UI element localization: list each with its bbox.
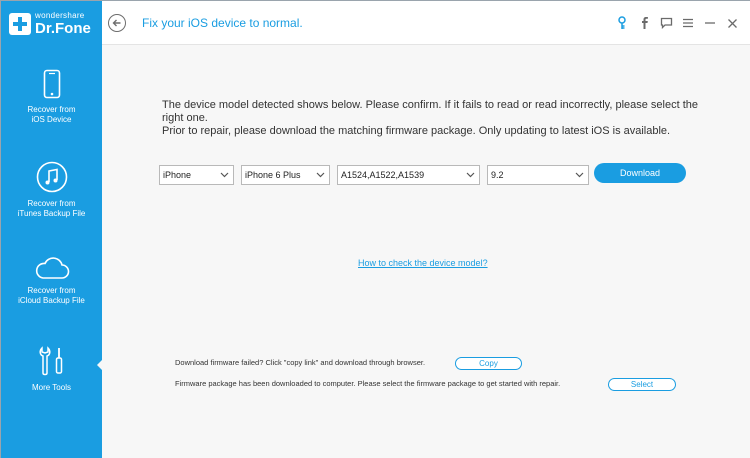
device-select[interactable]: iPhone xyxy=(159,165,234,185)
sidebar-item-recover-ios-device[interactable]: Recover from iOS Device xyxy=(1,69,102,159)
instructions-line-2: Prior to repair, please download the mat… xyxy=(162,125,671,137)
key-icon xyxy=(618,16,626,29)
ios-version-select[interactable]: 9.2 xyxy=(487,165,589,185)
feedback-icon xyxy=(660,17,672,29)
phone-icon xyxy=(43,69,60,99)
app-window: wondershare Dr.Fone Recover from iOS Dev… xyxy=(0,0,750,458)
header-bar: Fix your iOS device to normal. xyxy=(102,1,750,45)
model-select[interactable]: iPhone 6 Plus xyxy=(241,165,330,185)
copy-link-hint: Download firmware failed? Click "copy li… xyxy=(175,358,426,367)
back-button[interactable] xyxy=(108,14,126,32)
page-title: Fix your iOS device to normal. xyxy=(142,16,303,30)
cloud-icon xyxy=(35,257,69,279)
sidebar-item-label: More Tools xyxy=(32,383,71,392)
main-content: The device model detected shows below. P… xyxy=(102,45,750,458)
menu-icon xyxy=(683,18,693,28)
model-number-select-value: A1524,A1522,A1539 xyxy=(341,170,425,180)
sidebar-item-more-tools[interactable]: More Tools xyxy=(1,345,102,435)
minimize-icon xyxy=(705,22,715,24)
instructions-line-1: The device model detected shows below. P… xyxy=(162,99,699,124)
menu-button[interactable] xyxy=(678,13,698,33)
chevron-down-icon xyxy=(220,172,229,178)
download-button[interactable]: Download xyxy=(594,163,686,183)
sidebar: wondershare Dr.Fone Recover from iOS Dev… xyxy=(1,1,103,458)
copy-link-button[interactable]: Copy xyxy=(455,357,522,370)
select-firmware-hint: Firmware package has been downloaded to … xyxy=(175,379,561,388)
music-note-icon xyxy=(36,161,67,193)
model-select-value: iPhone 6 Plus xyxy=(245,170,301,180)
facebook-button[interactable] xyxy=(634,13,654,33)
sidebar-item-label: Recover from iOS Device xyxy=(27,105,76,124)
sidebar-item-recover-icloud-backup[interactable]: Recover from iCloud Backup File xyxy=(1,256,102,346)
instructions-text: The device model detected shows below. P… xyxy=(162,99,722,138)
chevron-down-icon xyxy=(316,172,325,178)
select-firmware-button[interactable]: Select xyxy=(608,378,676,391)
logo-brand: wondershare xyxy=(35,11,85,20)
minimize-button[interactable] xyxy=(700,13,720,33)
tools-icon xyxy=(38,346,62,376)
logo-text: wondershare Dr.Fone xyxy=(35,11,91,37)
key-button[interactable] xyxy=(612,13,632,33)
chevron-down-icon xyxy=(575,172,584,178)
check-device-model-link[interactable]: How to check the device model? xyxy=(358,258,488,268)
chevron-down-icon xyxy=(466,172,475,178)
ios-version-select-value: 9.2 xyxy=(491,170,504,180)
logo-product: Dr.Fone xyxy=(35,20,91,37)
close-icon xyxy=(727,18,737,28)
sidebar-item-recover-itunes-backup[interactable]: Recover from iTunes Backup File xyxy=(1,161,102,251)
arrow-left-icon xyxy=(112,19,121,27)
device-select-value: iPhone xyxy=(163,170,192,180)
model-number-select[interactable]: A1524,A1522,A1539 xyxy=(337,165,480,185)
close-button[interactable] xyxy=(722,13,742,33)
window-controls xyxy=(610,13,742,33)
logo-plus-icon xyxy=(9,13,31,35)
sidebar-item-label: Recover from iTunes Backup File xyxy=(17,199,86,218)
facebook-icon xyxy=(642,17,648,29)
sidebar-item-label: Recover from iCloud Backup File xyxy=(18,286,85,305)
feedback-button[interactable] xyxy=(656,13,676,33)
app-logo: wondershare Dr.Fone xyxy=(9,9,99,39)
